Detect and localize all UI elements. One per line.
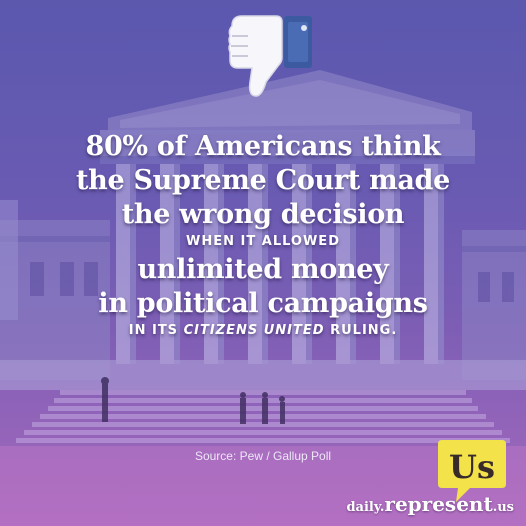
footer-url: daily.represent.us xyxy=(0,492,514,516)
line-7-italic: CITIZENS UNITED xyxy=(183,323,325,338)
footer-url-middle: represent xyxy=(384,492,493,516)
headline-line-7: IN ITS CITIZENS UNITED RULING. xyxy=(0,322,526,340)
headline: 80% of Americans think the Supreme Court… xyxy=(0,130,526,342)
footer-url-prefix: daily. xyxy=(346,500,385,515)
thumbs-down-icon xyxy=(228,15,312,97)
headline-line-1: 80% of Americans think xyxy=(85,131,441,162)
headline-line-5: unlimited money xyxy=(137,254,389,285)
us-badge-text: Us xyxy=(449,448,495,486)
footer-url-suffix: .us xyxy=(492,500,514,515)
headline-line-3: the wrong decision xyxy=(121,199,405,230)
headline-line-2: the Supreme Court made xyxy=(76,165,450,196)
headline-line-6: in political campaigns xyxy=(98,288,428,319)
line-7-suffix: RULING. xyxy=(324,323,398,338)
poster: 80% of Americans think the Supreme Court… xyxy=(0,0,526,526)
headline-line-4: WHEN IT ALLOWED xyxy=(186,234,340,249)
line-7-prefix: IN ITS xyxy=(128,323,184,338)
